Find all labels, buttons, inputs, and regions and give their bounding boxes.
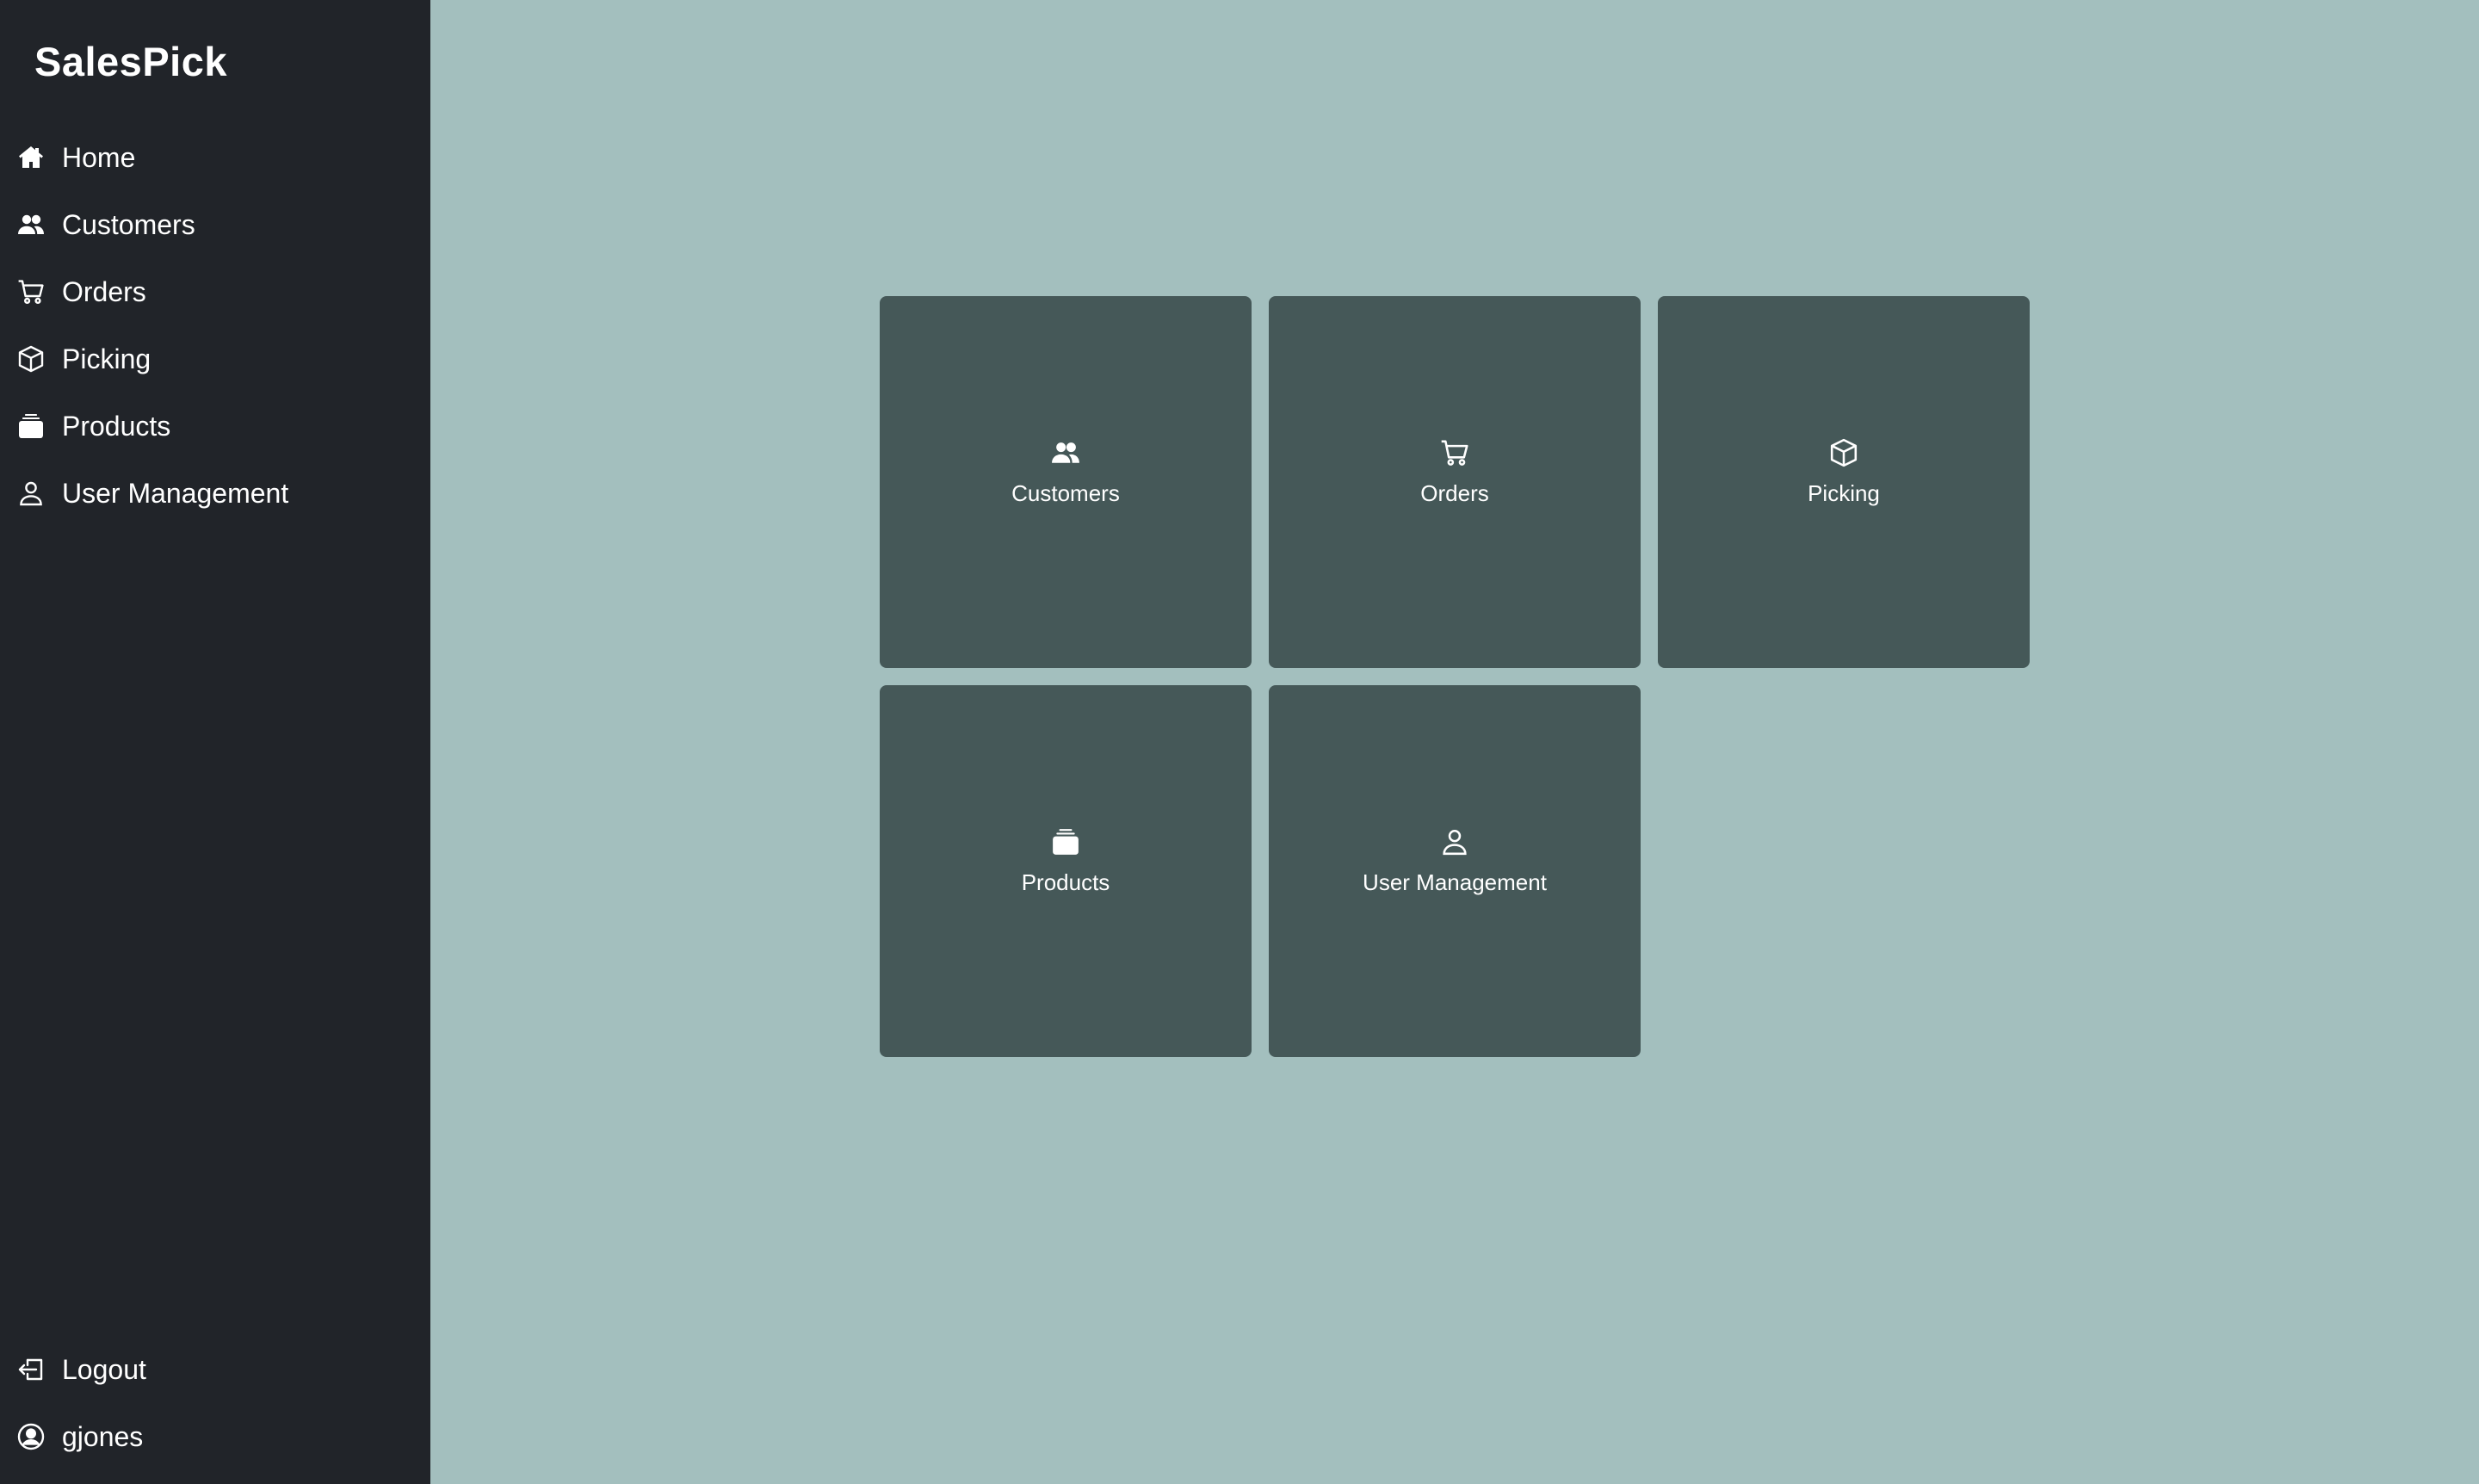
sidebar: SalesPick Home Customers Orders Picking … [0,0,430,1484]
username-label: gjones [62,1420,144,1452]
inbox-stack-icon [15,411,46,442]
sidebar-item-logout[interactable]: Logout [0,1336,430,1403]
cart-icon [1439,437,1470,468]
sidebar-item-picking[interactable]: Picking [0,325,430,393]
tile-label: Orders [1420,480,1489,506]
brand-title: SalesPick [34,39,228,84]
tile-label: Customers [1011,480,1120,506]
tile-products[interactable]: Products [880,685,1252,1057]
tile-user-management[interactable]: User Management [1269,685,1641,1057]
cart-icon [15,276,46,307]
sidebar-item-label: Products [62,410,171,442]
sidebar-item-user-account[interactable]: gjones [0,1403,430,1470]
sidebar-item-products[interactable]: Products [0,393,430,460]
sidebar-item-customers[interactable]: Customers [0,191,430,258]
people-icon [15,209,46,240]
sidebar-item-user-management[interactable]: User Management [0,460,430,527]
sidebar-item-home[interactable]: Home [0,124,430,191]
sidebar-item-orders[interactable]: Orders [0,258,430,325]
people-icon [1050,437,1081,468]
user-circle-icon [15,1421,46,1452]
tile-label: User Management [1363,869,1547,895]
main-content: Customers Orders Picking Products User M… [430,0,2479,1484]
box-icon [1828,437,1859,468]
tile-picking[interactable]: Picking [1658,296,2030,668]
box-icon [15,343,46,374]
sidebar-item-label: User Management [62,477,289,509]
inbox-stack-icon [1050,826,1081,857]
home-icon [15,142,46,173]
tile-label: Picking [1808,480,1880,506]
tile-customers[interactable]: Customers [880,296,1252,668]
person-icon [1439,826,1470,857]
tile-label: Products [1021,869,1110,895]
sidebar-item-label: Home [62,141,136,173]
logout-label: Logout [62,1353,146,1385]
sidebar-nav: Home Customers Orders Picking Products U… [0,124,430,527]
logout-icon [15,1354,46,1385]
sidebar-item-label: Picking [62,343,151,374]
tile-orders[interactable]: Orders [1269,296,1641,668]
sidebar-bottom-nav: Logout gjones [0,1336,430,1470]
person-icon [15,478,46,509]
dashboard-tiles: Customers Orders Picking Products User M… [880,296,2033,1057]
sidebar-item-label: Orders [62,275,146,307]
sidebar-item-label: Customers [62,208,195,240]
app-root: SalesPick Home Customers Orders Picking … [0,0,2479,1484]
